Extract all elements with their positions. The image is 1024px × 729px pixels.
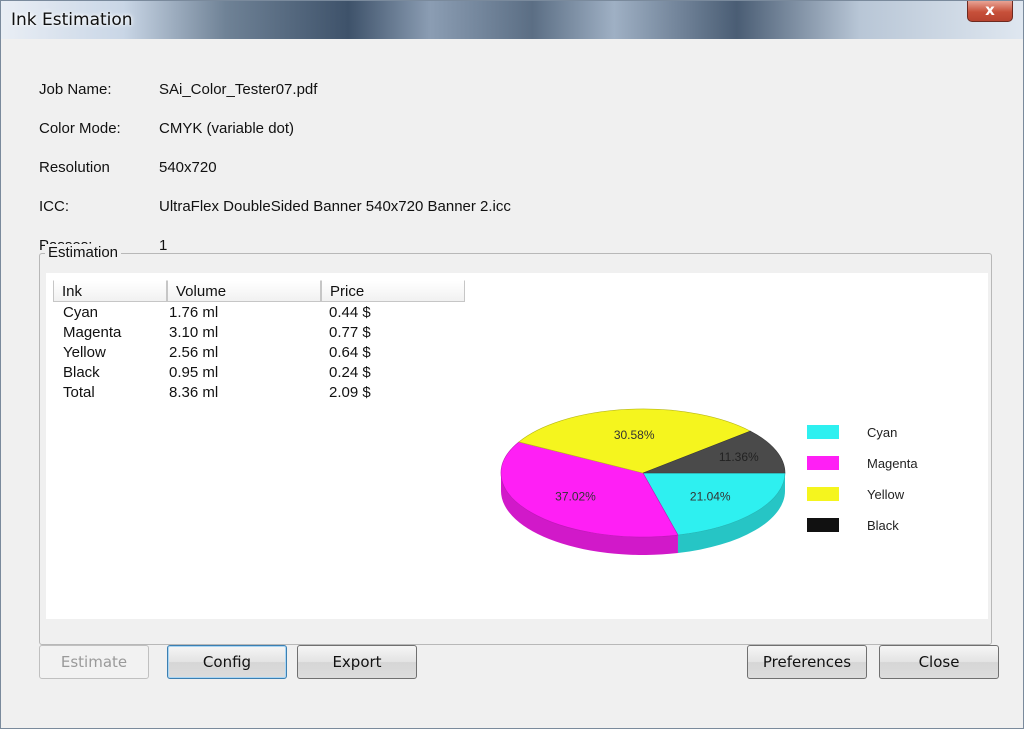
resolution-value: 540x720 — [159, 159, 217, 176]
table-row[interactable]: Yellow 2.56 ml 0.64 $ — [53, 344, 465, 364]
window-close-icon[interactable]: x — [967, 1, 1013, 22]
pie-label-black: 11.36% — [719, 450, 759, 464]
pie-label-yellow: 30.58% — [614, 428, 655, 442]
estimation-group-title: Estimation — [45, 244, 122, 261]
pie-label-magenta: 37.02% — [555, 489, 596, 503]
price-cell: 2.09 $ — [329, 384, 371, 401]
table-row[interactable]: Magenta 3.10 ml 0.77 $ — [53, 324, 465, 344]
ink-cell: Cyan — [63, 304, 99, 321]
legend-label-magenta: Magenta — [867, 456, 918, 471]
legend-swatch-black — [807, 518, 839, 532]
legend-label-yellow: Yellow — [867, 487, 905, 502]
table-row[interactable]: Total 8.36 ml 2.09 $ — [53, 384, 465, 404]
ink-cell: Black — [63, 364, 100, 381]
ink-pie-chart: 21.04% 37.02% 30.58% 11.36% Cyan Magenta Yello… — [500, 408, 918, 555]
ink-estimation-window: Ink Estimation x Job Name: SAi_Color_Tes… — [0, 0, 1024, 729]
config-button[interactable]: Config — [167, 645, 287, 679]
job-name-label: Job Name: — [39, 81, 112, 98]
ink-cell: Magenta — [63, 324, 122, 341]
export-button[interactable]: Export — [297, 645, 417, 679]
volume-cell: 8.36 ml — [169, 384, 219, 401]
table-row[interactable]: Cyan 1.76 ml 0.44 $ — [53, 304, 465, 324]
volume-cell: 1.76 ml — [169, 304, 219, 321]
volume-cell: 2.56 ml — [169, 344, 219, 361]
window-title: Ink Estimation — [11, 10, 133, 30]
legend-swatch-yellow — [807, 487, 839, 501]
price-cell: 0.64 $ — [329, 344, 371, 361]
ink-cell: Yellow — [63, 344, 106, 361]
color-mode-value: CMYK (variable dot) — [159, 120, 295, 137]
legend-label-black: Black — [867, 518, 899, 533]
column-header-volume[interactable]: Volume — [167, 280, 321, 302]
legend-swatch-cyan — [807, 425, 839, 439]
color-mode-label: Color Mode: — [39, 120, 121, 137]
close-button[interactable]: Close — [879, 645, 999, 679]
column-header-price[interactable]: Price — [321, 280, 465, 302]
icc-value: UltraFlex DoubleSided Banner 540x720 Ban… — [159, 198, 511, 215]
column-header-ink[interactable]: Ink — [53, 280, 167, 302]
ink-table-header: Ink Volume Price — [53, 280, 465, 304]
resolution-label: Resolution — [39, 159, 110, 176]
passes-value: 1 — [159, 237, 168, 254]
pie-label-cyan: 21.04% — [690, 490, 731, 504]
price-cell: 0.44 $ — [329, 304, 371, 321]
icc-label: ICC: — [39, 198, 69, 215]
job-name-value: SAi_Color_Tester07.pdf — [159, 81, 318, 98]
volume-cell: 0.95 ml — [169, 364, 219, 381]
table-row[interactable]: Black 0.95 ml 0.24 $ — [53, 364, 465, 384]
price-cell: 0.24 $ — [329, 364, 371, 381]
legend-label-cyan: Cyan — [867, 425, 897, 440]
title-bar: Ink Estimation x — [1, 1, 1023, 39]
volume-cell: 3.10 ml — [169, 324, 219, 341]
preferences-button[interactable]: Preferences — [747, 645, 867, 679]
legend-swatch-magenta — [807, 456, 839, 470]
estimate-button[interactable]: Estimate — [39, 645, 149, 679]
price-cell: 0.77 $ — [329, 324, 371, 341]
ink-cell: Total — [63, 384, 95, 401]
